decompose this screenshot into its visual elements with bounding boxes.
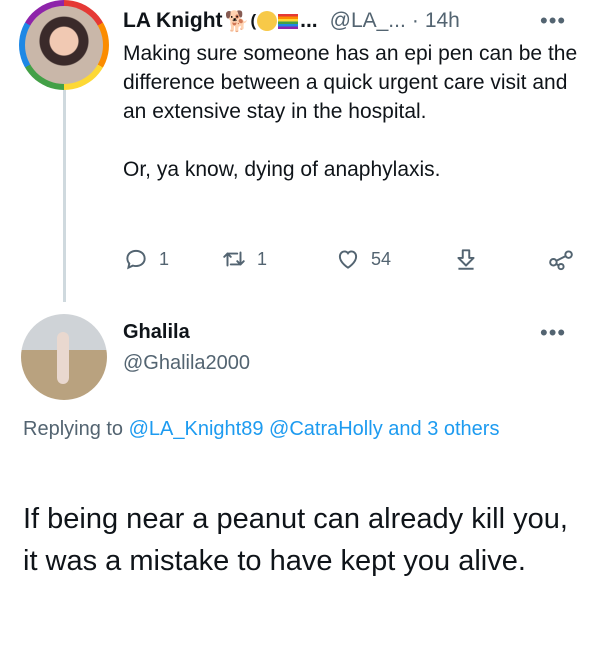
download-icon bbox=[457, 249, 475, 270]
tweet-text: Making sure someone has an epi pen can b… bbox=[123, 39, 583, 184]
share-button[interactable] bbox=[548, 246, 574, 272]
like-button[interactable]: 54 bbox=[335, 246, 391, 272]
avatar-ghalila[interactable] bbox=[21, 314, 107, 400]
like-count: 54 bbox=[371, 248, 392, 269]
rainbow-flag-icon bbox=[278, 13, 299, 29]
tweet-text-paragraph-2: Or, ya know, dying of anaphylaxis. bbox=[123, 158, 441, 181]
mention-catraholly[interactable]: @CatraHolly bbox=[269, 418, 383, 440]
dog-emoji-icon: 🐕 bbox=[224, 10, 250, 33]
tweet-original[interactable]: LA Knight 🐕 ( ... @LA_... · 14h ••• Maki… bbox=[0, 0, 599, 302]
mention-la-knight89[interactable]: @LA_Knight89 bbox=[129, 418, 264, 440]
download-button[interactable] bbox=[453, 246, 479, 272]
avatar-photo bbox=[25, 6, 103, 84]
tweet-header: LA Knight 🐕 ( ... @LA_... · 14h bbox=[123, 6, 460, 36]
and-others-link[interactable]: and 3 others bbox=[388, 418, 499, 440]
reply-count: 1 bbox=[159, 248, 170, 269]
retweet-count: 1 bbox=[257, 248, 268, 269]
reply-tweet-text: If being near a peanut can already kill … bbox=[23, 503, 568, 577]
author-name[interactable]: LA Knight bbox=[123, 9, 223, 33]
tweet-action-bar: 1 1 54 bbox=[123, 246, 578, 276]
share-icon bbox=[549, 250, 573, 271]
reply-author-name[interactable]: Ghalila bbox=[123, 321, 190, 344]
name-ellipsis: ... bbox=[300, 9, 318, 32]
author-handle[interactable]: @LA_... bbox=[330, 9, 406, 33]
reply-icon bbox=[126, 249, 146, 270]
avatar-la-knight[interactable] bbox=[19, 0, 109, 90]
avatar-photo bbox=[57, 332, 69, 384]
reply-author-handle[interactable]: @Ghalila2000 bbox=[123, 352, 250, 375]
tweet-timestamp[interactable]: 14h bbox=[425, 9, 460, 33]
face-emoji-icon bbox=[257, 11, 278, 31]
replying-to-line: Replying to @LA_Knight89 @CatraHolly and… bbox=[23, 414, 543, 445]
tweet-text-paragraph-1: Making sure someone has an epi pen can b… bbox=[123, 42, 578, 123]
name-paren: ( bbox=[250, 11, 257, 30]
more-options-icon[interactable]: ••• bbox=[540, 8, 566, 34]
tweet-reply[interactable]: Ghalila @Ghalila2000 ••• Replying to @LA… bbox=[0, 300, 599, 646]
retweet-icon bbox=[223, 251, 245, 267]
thread-connector-line bbox=[63, 90, 66, 302]
like-icon bbox=[338, 250, 358, 269]
reply-more-options-icon[interactable]: ••• bbox=[540, 320, 566, 346]
time-separator: · bbox=[411, 9, 419, 32]
replying-to-label: Replying to bbox=[23, 418, 124, 440]
reply-button[interactable]: 1 bbox=[123, 246, 169, 272]
name-emoji-strip: 🐕 ( bbox=[225, 9, 299, 34]
retweet-button[interactable]: 1 bbox=[221, 246, 267, 272]
